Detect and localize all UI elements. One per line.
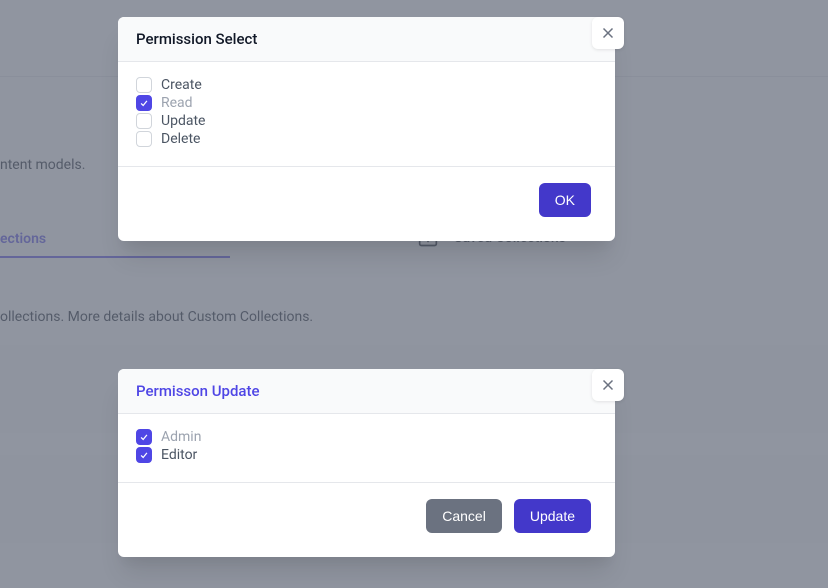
option-create[interactable]: Create	[136, 76, 597, 94]
checkbox-update[interactable]	[136, 113, 152, 129]
checkbox-delete[interactable]	[136, 131, 152, 147]
close-button[interactable]	[592, 369, 624, 401]
modal-header: Permisson Update	[118, 369, 615, 414]
checkbox-editor[interactable]	[136, 447, 152, 463]
update-button[interactable]: Update	[514, 499, 591, 533]
checkbox-label: Editor	[161, 447, 197, 463]
option-admin[interactable]: Admin	[136, 428, 597, 446]
option-editor[interactable]: Editor	[136, 446, 597, 464]
modal-footer: Cancel Update	[118, 483, 615, 557]
modal-title: Permission Select	[136, 30, 597, 48]
modal-header: Permission Select	[118, 17, 615, 62]
modal-footer: OK	[118, 167, 615, 241]
modal-title: Permisson Update	[136, 382, 597, 400]
option-update[interactable]: Update	[136, 112, 597, 130]
checkbox-label: Admin	[161, 429, 201, 445]
checkbox-create[interactable]	[136, 77, 152, 93]
close-icon	[599, 24, 617, 42]
modal-body: Create Read Update Delete	[118, 62, 615, 167]
checkbox-read[interactable]	[136, 95, 152, 111]
close-button[interactable]	[592, 17, 624, 49]
permission-update-modal: Permisson Update Admin Editor Cancel Upd…	[118, 369, 615, 557]
cancel-button[interactable]: Cancel	[426, 499, 502, 533]
option-read[interactable]: Read	[136, 94, 597, 112]
ok-button[interactable]: OK	[539, 183, 591, 217]
permission-select-modal: Permission Select Create Read Update Del…	[118, 17, 615, 241]
modal-body: Admin Editor	[118, 414, 615, 483]
close-icon	[599, 376, 617, 394]
option-delete[interactable]: Delete	[136, 130, 597, 148]
checkbox-label: Create	[161, 77, 202, 93]
checkbox-admin[interactable]	[136, 429, 152, 445]
checkbox-label: Update	[161, 113, 205, 129]
checkbox-label: Delete	[161, 131, 200, 147]
checkbox-label: Read	[161, 95, 193, 111]
